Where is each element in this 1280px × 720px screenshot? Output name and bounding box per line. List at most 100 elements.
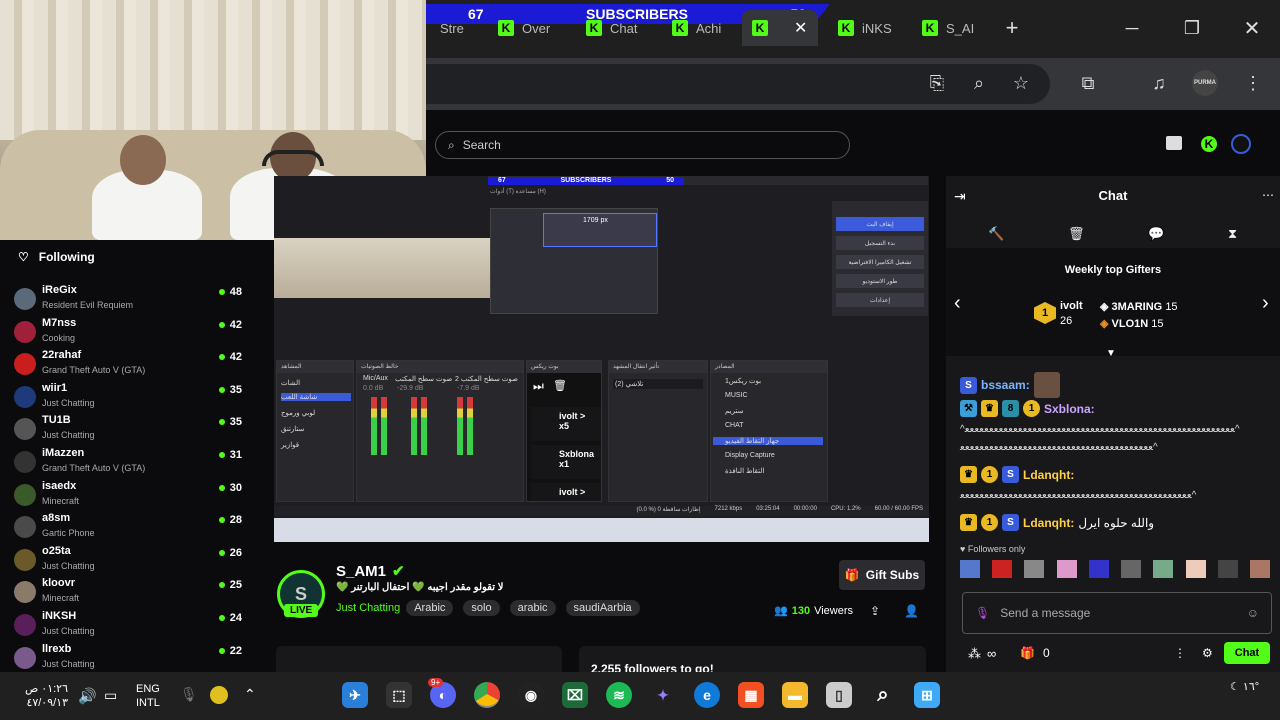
ad-icon[interactable] xyxy=(1166,136,1182,150)
mod-hammer-icon[interactable]: 🔨 xyxy=(988,226,1004,242)
source-item[interactable]: ستريم xyxy=(725,407,743,415)
settings-button[interactable]: إعدادات xyxy=(836,293,924,307)
emoji-icon[interactable]: ☺ xyxy=(1247,606,1259,620)
new-tab-button[interactable]: + xyxy=(992,14,1032,42)
following-item[interactable]: wiir1 Just Chatting 35 xyxy=(14,382,264,414)
language-indicator[interactable]: ENG INTL xyxy=(136,682,160,710)
tag-arabic[interactable]: Arabic xyxy=(406,600,454,616)
share-icon[interactable]: ⇪ xyxy=(870,604,880,618)
tab-stream[interactable]: Stre xyxy=(440,14,464,42)
tray-app-icon[interactable] xyxy=(210,686,228,704)
close-tab-icon[interactable]: ✕ xyxy=(794,18,807,38)
chrome-icon[interactable] xyxy=(474,682,500,708)
chat-username[interactable]: Ldanqht: xyxy=(1023,516,1074,530)
following-item[interactable]: isaedx Minecraft 30 xyxy=(14,480,264,512)
minimize-button[interactable]: ─ xyxy=(1112,14,1152,42)
tag-solo[interactable]: solo xyxy=(463,600,500,616)
tab-overlay[interactable]: K Over xyxy=(498,14,550,42)
emote-icon[interactable] xyxy=(1121,560,1142,578)
address-bar[interactable] xyxy=(426,64,1050,104)
emote-icon[interactable] xyxy=(1153,560,1174,578)
send-chat-button[interactable]: Chat xyxy=(1224,642,1270,664)
emote-icon[interactable] xyxy=(992,560,1013,578)
media-icon[interactable]: ♫ xyxy=(1146,70,1172,96)
profile-avatar[interactable]: PURMA xyxy=(1192,70,1218,96)
prev-arrow-icon[interactable]: ‹ xyxy=(954,292,961,315)
following-item[interactable]: M7nss Cooking 42 xyxy=(14,317,264,349)
studio-mode-button[interactable]: طور الاستوديو xyxy=(836,274,924,288)
source-item[interactable]: بوت ريكس1 xyxy=(725,377,761,385)
app-icon[interactable]: ✈ xyxy=(342,682,368,708)
following-item[interactable]: a8sm Gartic Phone 28 xyxy=(14,512,264,544)
emote-icon[interactable] xyxy=(1217,560,1238,578)
gift-display[interactable]: 🎁 0 xyxy=(1020,646,1050,660)
scene-item-active[interactable]: شاشة اللعب xyxy=(281,393,351,401)
stop-stream-button[interactable]: إيقاف البث xyxy=(836,217,924,231)
app-icon[interactable]: ✦ xyxy=(650,682,676,708)
chat-input[interactable]: 🎙 Send a message ☺ xyxy=(962,592,1272,634)
tab-achievements[interactable]: K Achi xyxy=(672,14,721,42)
following-item[interactable]: iNKSH Just Chatting 24 xyxy=(14,610,264,642)
virtual-camera-button[interactable]: تشغيل الكاميرا الافتراضية xyxy=(836,255,924,269)
gift-subs-button[interactable]: 🎁 Gift Subs xyxy=(839,560,925,590)
display-icon[interactable]: ▭ xyxy=(104,687,117,704)
chat-settings-icon[interactable]: ⚙ xyxy=(1202,646,1213,660)
expand-icon[interactable]: ▼ xyxy=(1106,348,1116,359)
bookmark-star-icon[interactable]: ☆ xyxy=(1008,70,1034,96)
emote-icon[interactable] xyxy=(960,560,980,578)
scene-item[interactable]: قوازير xyxy=(281,441,299,449)
scene-item[interactable]: ستارتنق xyxy=(281,425,304,433)
source-item[interactable]: CHAT xyxy=(725,422,744,429)
clear-trash-icon[interactable]: 🗑 xyxy=(1068,226,1085,242)
extensions-icon[interactable]: ⧉ xyxy=(1075,70,1101,96)
volume-icon[interactable]: 🔊 xyxy=(78,687,97,705)
chat-menu-icon[interactable]: ⋯ xyxy=(1262,188,1274,202)
following-header[interactable]: ♡ Following xyxy=(18,250,95,264)
tag-arabic-2[interactable]: arabic xyxy=(509,600,556,616)
following-item[interactable]: iMazzen Grand Theft Auto V (GTA) 31 xyxy=(14,447,264,479)
search-icon[interactable]: ⌕ xyxy=(870,682,896,708)
stream-player[interactable]: 67 SUBSCRIBERS 50 أدوات (T) مساعدة (H) 1… xyxy=(274,176,929,542)
start-recording-button[interactable]: بدء التسجيل xyxy=(836,236,924,250)
terminal-icon[interactable]: ⌧ xyxy=(562,682,588,708)
search-input[interactable]: ⌕ Search xyxy=(435,131,850,159)
tab-chat[interactable]: K Chat xyxy=(586,14,637,42)
close-window-button[interactable]: ✕ xyxy=(1232,14,1272,42)
tag-saudi[interactable]: saudiAarbia xyxy=(565,600,640,616)
tab-active[interactable]: K ✕ xyxy=(742,10,818,46)
following-item[interactable]: TU1B Just Chatting 35 xyxy=(14,414,264,446)
channel-name-row[interactable]: S_AM1 ✔ xyxy=(336,562,405,581)
emote-icon[interactable] xyxy=(1024,560,1045,578)
restore-button[interactable]: ❐ xyxy=(1172,14,1212,42)
chat-more-icon[interactable]: ⋮ xyxy=(1174,646,1186,660)
following-item[interactable]: o25ta Just Chatting 26 xyxy=(14,545,264,577)
clock[interactable]: ٠١:٢٦ ص ٤٧/٠٩/١٣ xyxy=(18,682,68,710)
points-display[interactable]: ⁂ ∞ xyxy=(968,646,996,662)
user-avatar[interactable] xyxy=(1231,134,1251,154)
edge-icon[interactable]: e xyxy=(694,682,720,708)
skip-icon[interactable]: ⏭ xyxy=(533,379,544,394)
source-item[interactable]: Display Capture xyxy=(725,452,775,459)
emote-icon[interactable] xyxy=(1088,560,1109,578)
app-icon[interactable]: ▯ xyxy=(826,682,852,708)
follow-icon[interactable]: 👤 xyxy=(904,604,919,618)
chat-bubble-icon[interactable]: 💬 xyxy=(1148,226,1164,242)
emote-icon[interactable] xyxy=(1185,560,1206,578)
tab-inksh[interactable]: KiNKS xyxy=(838,14,892,42)
store-icon[interactable]: ▦ xyxy=(738,682,764,708)
scene-item[interactable]: لوبي ورموج xyxy=(281,409,315,417)
zoom-icon[interactable]: ⌕ xyxy=(966,70,992,96)
following-item[interactable]: 22rahaf Grand Theft Auto V (GTA) 42 xyxy=(14,349,264,381)
category-link[interactable]: Just Chatting xyxy=(336,602,400,614)
following-item[interactable]: iReGix Resident Evil Requiem 48 xyxy=(14,284,264,316)
trash-icon[interactable]: 🗑 xyxy=(553,379,567,392)
menu-icon[interactable]: ⋮ xyxy=(1240,70,1266,96)
emote-icon[interactable] xyxy=(1249,560,1270,578)
weather-widget[interactable]: ☾ ١٦° xyxy=(1230,680,1259,693)
slow-mode-icon[interactable]: ⧗ xyxy=(1228,226,1237,242)
transition-select[interactable]: (2) تلاشي xyxy=(613,379,703,389)
spotify-icon[interactable]: ≋ xyxy=(606,682,632,708)
mic-tray-icon[interactable]: 🎙 xyxy=(180,686,198,703)
start-icon[interactable]: ⊞ xyxy=(914,682,940,708)
source-item[interactable]: التقاط النافذة xyxy=(725,467,764,475)
